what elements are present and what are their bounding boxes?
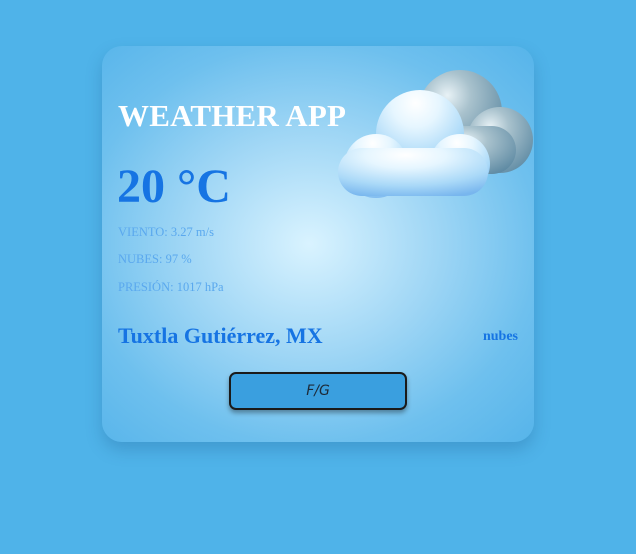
temperature-value: 20 °C bbox=[117, 160, 231, 213]
unit-toggle-button[interactable]: F/G bbox=[229, 372, 407, 410]
clouds-stat: NUBES: 97 % bbox=[118, 252, 192, 266]
pressure-stat: PRESIÓN: 1017 hPa bbox=[118, 280, 224, 294]
app-title: WEATHER APP bbox=[118, 98, 347, 133]
cloud-icon bbox=[338, 70, 533, 198]
wind-stat: VIENTO: 3.27 m/s bbox=[118, 225, 214, 239]
weather-description: nubes bbox=[482, 329, 518, 344]
location-name: Tuxtla Gutiérrez, MX bbox=[118, 323, 323, 348]
